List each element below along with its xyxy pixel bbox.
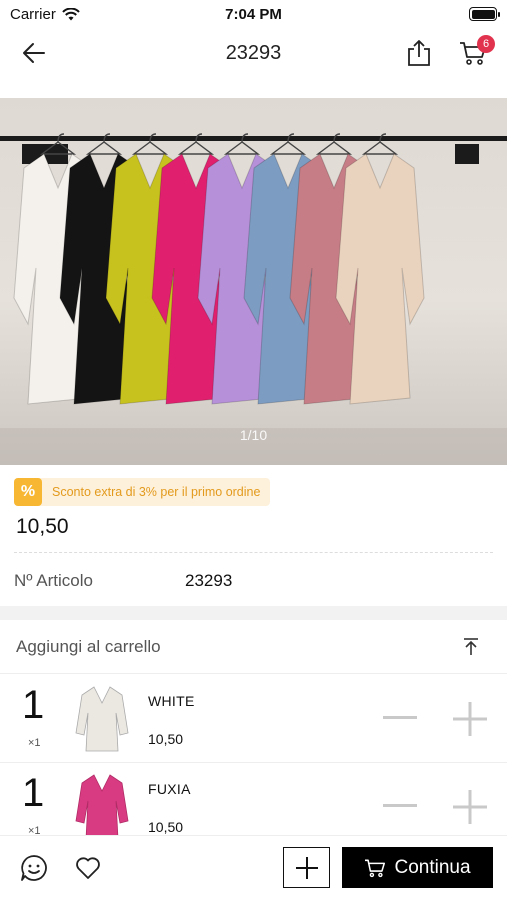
status-bar: Carrier 7:04 PM [0, 0, 507, 28]
cart-button[interactable]: 6 [453, 33, 495, 73]
add-variant-button[interactable] [283, 847, 330, 888]
decrease-quantity-button[interactable] [382, 791, 418, 821]
variant-multiplier: ×1 [28, 737, 41, 749]
divider [14, 552, 493, 553]
product-price: 10,50 [16, 515, 69, 538]
product-image [0, 133, 507, 465]
plus-icon [453, 702, 487, 736]
variant-price: 10,50 [148, 819, 184, 835]
promo-banner: % Sconto extra di 3% per il primo ordine [14, 478, 271, 506]
cart-count-badge: 6 [477, 35, 495, 53]
back-button[interactable] [14, 33, 54, 73]
promo-text: Sconto extra di 3% per il primo ordine [52, 485, 261, 499]
minus-icon [383, 716, 417, 719]
sku-label: Nº Articolo [14, 571, 93, 590]
nav-actions: 6 [399, 33, 495, 73]
variant-quantity: 1 [22, 771, 45, 815]
share-icon [408, 40, 430, 66]
increase-quantity-button[interactable] [452, 789, 488, 825]
decrease-quantity-button[interactable] [382, 703, 418, 733]
battery-icon [469, 7, 500, 21]
nav-bar: 23293 6 [0, 28, 507, 78]
arrow-left-icon [23, 43, 45, 63]
carrier-label: Carrier [10, 5, 56, 23]
arrow-to-top-icon [464, 637, 478, 655]
discount-icon: % [14, 478, 42, 506]
share-button[interactable] [399, 33, 439, 73]
section-separator [0, 606, 507, 620]
add-to-cart-title: Aggiungi al carrello [16, 636, 161, 656]
product-image-carousel[interactable]: 1/10 [0, 98, 507, 465]
variant-color-name: WHITE [148, 693, 195, 709]
wifi-icon [62, 7, 80, 20]
chat-button[interactable] [14, 848, 54, 888]
chat-smiley-icon [21, 855, 47, 881]
add-to-cart-header: Aggiungi al carrello [0, 620, 507, 674]
continue-button[interactable]: Continua [342, 847, 493, 888]
favorite-button[interactable] [68, 848, 108, 888]
variant-price: 10,50 [148, 731, 184, 747]
continue-label: Continua [394, 856, 471, 878]
increase-quantity-button[interactable] [452, 701, 488, 737]
status-left: Carrier [10, 6, 80, 23]
variant-thumbnail [75, 774, 129, 840]
sku-value: 23293 [185, 571, 233, 590]
bottom-action-bar: Continua [0, 835, 507, 900]
variant-quantity: 1 [22, 683, 45, 727]
cart-icon [365, 859, 386, 877]
plus-icon [453, 790, 487, 824]
variant-thumbnail [75, 686, 129, 752]
variant-color-name: FUXIA [148, 781, 191, 797]
minus-icon [383, 804, 417, 807]
variant-row: 1 ×1 WHITE 10,50 [0, 675, 507, 763]
heart-icon [76, 857, 100, 879]
image-counter: 1/10 [239, 427, 268, 443]
plus-icon [295, 856, 318, 879]
collapse-button[interactable] [451, 627, 491, 667]
